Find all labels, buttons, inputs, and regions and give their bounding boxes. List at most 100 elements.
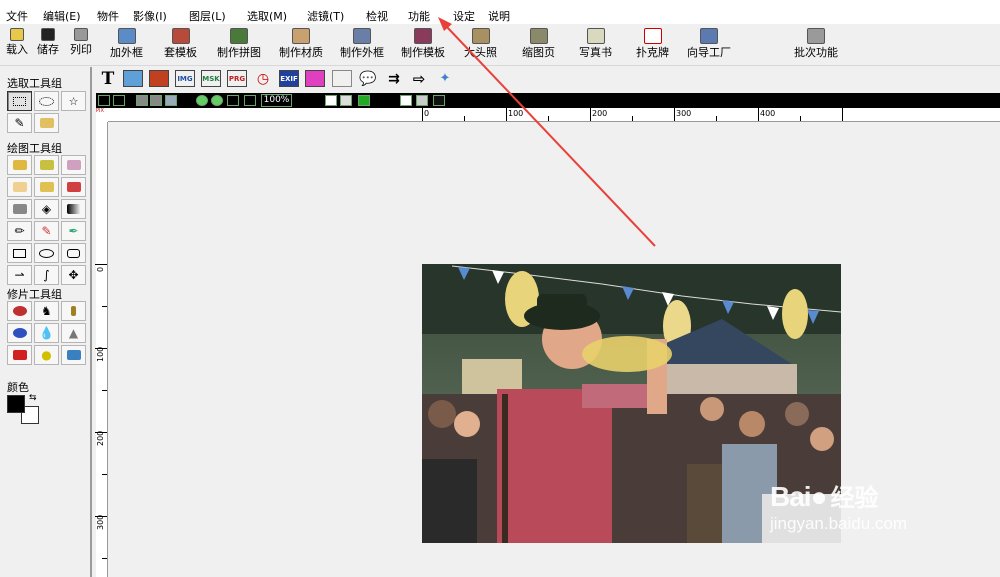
move-tool[interactable]: ✥ xyxy=(61,265,86,285)
playing-cards-label: 扑克牌 xyxy=(636,46,669,59)
hand-icon[interactable] xyxy=(340,95,352,106)
vertical-ruler: 0 100 200 300 xyxy=(95,122,108,577)
fill-bucket-tool[interactable]: ◈ xyxy=(34,199,59,219)
img-object-button[interactable]: IMG xyxy=(175,70,195,87)
menu-function[interactable]: 功能 xyxy=(408,8,430,24)
menu-file[interactable]: 文件 xyxy=(6,8,28,24)
red-eye-tool[interactable] xyxy=(7,301,32,321)
make-collage-button[interactable]: 制作拼图 xyxy=(217,28,261,59)
photo-book-button[interactable]: 写真书 xyxy=(579,28,612,59)
lasso-select-tool[interactable]: ☆ xyxy=(61,91,86,111)
save-button[interactable]: 储存 xyxy=(37,28,59,56)
zoom-out-icon[interactable] xyxy=(211,95,223,106)
menu-settings[interactable]: 设定 xyxy=(453,8,475,24)
mask-object-button[interactable]: MSK xyxy=(201,70,221,87)
paste-icon[interactable] xyxy=(165,95,177,106)
print-button[interactable]: 列印 xyxy=(70,28,92,56)
load-button[interactable]: 载入 xyxy=(6,28,28,56)
curve-tool[interactable]: ∫ xyxy=(34,265,59,285)
cut-icon[interactable] xyxy=(150,95,162,106)
rounded-rect-tool[interactable] xyxy=(61,243,86,263)
speech-bubble-icon[interactable]: 💬 xyxy=(358,70,378,87)
menu-select[interactable]: 选取(M) xyxy=(247,8,287,24)
clock-icon[interactable]: ◷ xyxy=(253,70,273,87)
undo-icon[interactable] xyxy=(98,95,110,106)
select-brush-tool[interactable] xyxy=(34,113,59,133)
tool-panel: 选取工具组 ☆ ✎ 绘图工具组 ◈ ✏ ✎ ✒ ⇀ ∫ ✥ 修片工具组 ♞ 💧 … xyxy=(0,67,92,577)
pen-tool[interactable]: ✎ xyxy=(34,221,59,241)
star-shape-icon[interactable]: ✦ xyxy=(435,70,455,87)
copy-icon[interactable] xyxy=(136,95,148,106)
line-arrows-icon[interactable]: ⇉ xyxy=(384,70,404,87)
playing-cards-button[interactable]: 扑克牌 xyxy=(636,28,669,59)
text-tool-button[interactable]: T xyxy=(98,69,118,89)
rectangle-tool[interactable] xyxy=(7,243,32,263)
batch-function-button[interactable]: 批次功能 xyxy=(794,28,838,59)
spray-brush-tool[interactable] xyxy=(34,155,59,175)
menu-edit[interactable]: 编辑(E) xyxy=(43,8,81,24)
menu-layer[interactable]: 图层(L) xyxy=(189,8,226,24)
ellipse-tool[interactable] xyxy=(34,243,59,263)
brush-tool[interactable] xyxy=(7,155,32,175)
zoom-in-icon[interactable] xyxy=(196,95,208,106)
eraser-tool[interactable] xyxy=(7,177,32,197)
make-texture-label: 制作材质 xyxy=(279,46,323,59)
thumbnail-page-button[interactable]: 缩图页 xyxy=(522,28,555,59)
pointer-icon[interactable] xyxy=(325,95,337,106)
lipstick-tool[interactable] xyxy=(61,301,86,321)
make-texture-button[interactable]: 制作材质 xyxy=(279,28,323,59)
gradient-tool[interactable] xyxy=(61,199,86,219)
redo-icon[interactable] xyxy=(113,95,125,106)
menu-view[interactable]: 检视 xyxy=(366,8,388,24)
swap-colors-icon[interactable]: ⇆ xyxy=(29,393,37,403)
foreground-color-swatch[interactable] xyxy=(7,395,25,413)
arrow-shape-icon[interactable]: ⇨ xyxy=(409,70,429,88)
blemish-tool[interactable] xyxy=(7,323,32,343)
smudge-icon xyxy=(39,182,54,192)
menu-image[interactable]: 影像(I) xyxy=(133,8,167,24)
magic-wand-tool[interactable]: ✎ xyxy=(7,113,32,133)
line-tool[interactable]: ⇀ xyxy=(7,265,32,285)
lighten-tool[interactable]: ● xyxy=(34,345,59,365)
menu-object[interactable]: 物件 xyxy=(97,8,119,24)
id-photo-button[interactable]: 大头照 xyxy=(464,28,497,59)
fit-window-icon[interactable] xyxy=(227,95,239,106)
menu-filter[interactable]: 滤镜(T) xyxy=(307,8,344,24)
wizard-factory-button[interactable]: 向导工厂 xyxy=(687,28,731,59)
menu-help[interactable]: 说明 xyxy=(488,8,510,24)
rect-select-tool[interactable] xyxy=(7,91,32,111)
slim-tool[interactable]: ♞ xyxy=(34,301,59,321)
menu-bar: 文件 编辑(E) 物件 影像(I) 图层(L) 选取(M) 滤镜(T) 检视 功… xyxy=(0,6,1000,24)
spray-brush-icon xyxy=(39,160,54,170)
make-template-button[interactable]: 制作模板 xyxy=(401,28,445,59)
white-swatch-icon[interactable] xyxy=(400,95,412,106)
red-brush-tool[interactable] xyxy=(7,345,32,365)
ellipse-select-tool[interactable] xyxy=(34,91,59,111)
blemish-icon xyxy=(12,328,27,338)
gray-swatch-icon[interactable] xyxy=(416,95,428,106)
actual-size-icon[interactable] xyxy=(244,95,256,106)
pencil-tool[interactable]: ✏ xyxy=(7,221,32,241)
calendar-icon[interactable] xyxy=(332,70,352,87)
make-template-label: 制作模板 xyxy=(401,46,445,59)
make-frame-button[interactable]: 制作外框 xyxy=(340,28,384,59)
color-brush-tool[interactable] xyxy=(61,155,86,175)
add-frame-button[interactable]: 加外框 xyxy=(110,28,143,59)
insert-image-button[interactable] xyxy=(123,70,143,87)
apply-template-button[interactable]: 套模板 xyxy=(164,28,197,59)
add-frame-label: 加外框 xyxy=(110,46,143,59)
dropdown-icon[interactable] xyxy=(433,95,445,106)
screen-tool[interactable] xyxy=(61,345,86,365)
cake-icon[interactable] xyxy=(305,70,325,87)
sharpen-tool[interactable]: ▲ xyxy=(61,323,86,343)
blend-brush-tool[interactable] xyxy=(61,177,86,197)
eyedropper-tool[interactable]: ✒ xyxy=(61,221,86,241)
exif-button[interactable]: EXIF xyxy=(279,70,299,87)
zoom-level[interactable]: 100% xyxy=(261,94,292,107)
clone-stamp-tool[interactable] xyxy=(7,199,32,219)
blur-drop-tool[interactable]: 💧 xyxy=(34,323,59,343)
smudge-tool[interactable] xyxy=(34,177,59,197)
prg-object-button[interactable]: PRG xyxy=(227,70,247,87)
insert-photo-button[interactable] xyxy=(149,70,169,87)
select-object-icon[interactable] xyxy=(358,95,370,106)
